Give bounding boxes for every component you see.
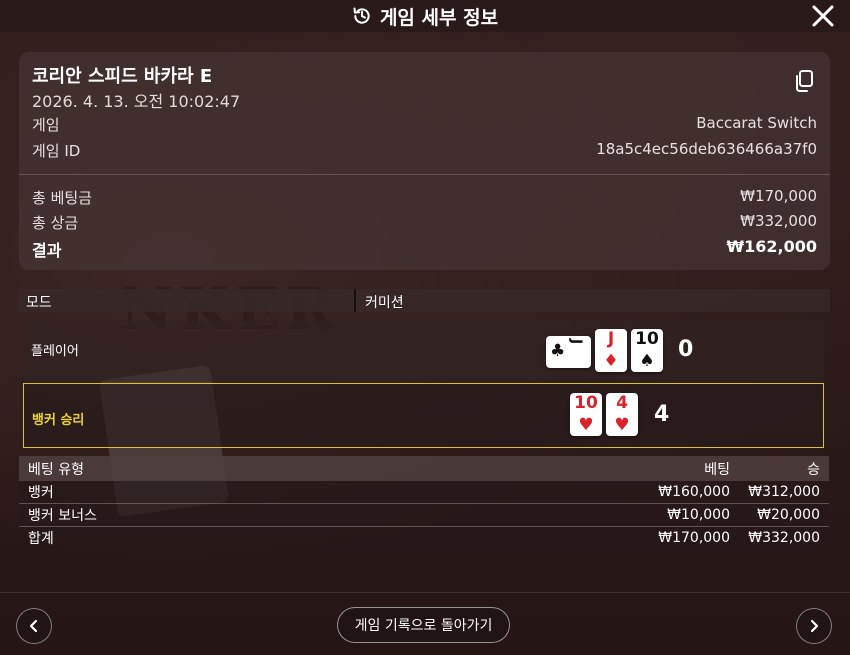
previous-game-button[interactable] [16, 608, 52, 644]
table-row: 뱅커 ₩160,000 ₩312,000 [19, 481, 829, 504]
mode-label: 모드 [17, 289, 356, 312]
total-bet-value: ₩170,000 [740, 187, 817, 205]
result-label: 결과 [32, 241, 62, 260]
bet-type: 뱅커 [28, 485, 54, 501]
chevron-right-icon [810, 619, 819, 633]
result-value: ₩162,000 [726, 237, 817, 256]
bet-type: 뱅커 보너스 [28, 508, 97, 524]
back-to-history-button[interactable]: 게임 기록으로 돌아가기 [337, 607, 510, 643]
card-suit: ♥ [578, 415, 594, 435]
total-bet-amount: ₩170,000 [658, 530, 730, 546]
banker-hand-row: 뱅커 승리 10 ♥ 4 ♥ 4 [23, 383, 824, 448]
chevron-left-icon [29, 619, 38, 633]
modal-header: 게임 세부 정보 [0, 0, 850, 32]
game-id-label: 게임 ID [32, 142, 81, 160]
win-amount: ₩312,000 [748, 484, 820, 500]
modal-title: 게임 세부 정보 [379, 6, 499, 29]
card-rank: 4 [616, 393, 628, 413]
bet-amount: ₩160,000 [658, 484, 730, 500]
game-datetime: 2026. 4. 13. 오전 10:02:47 [32, 92, 241, 111]
bet-amount: ₩10,000 [667, 507, 730, 523]
bet-table: 베팅 유형 베팅 승 뱅커 ₩160,000 ₩312,000 뱅커 보너스 ₩… [19, 456, 829, 549]
total-win-label: 총 상금 [32, 214, 79, 232]
result-row: 결과 ₩162,000 [32, 237, 817, 261]
card-rank: 10 [635, 329, 659, 349]
game-type-value: Baccarat Switch [696, 114, 817, 132]
history-icon [353, 7, 370, 24]
player-card-1: ♣ J [546, 336, 591, 368]
total-bet-row: 총 베팅금 ₩170,000 [32, 187, 817, 208]
banker-card-2: 4 ♥ [606, 393, 638, 436]
footer-divider [0, 592, 850, 593]
card-suit: ♣ [550, 341, 566, 361]
card-rank: J [607, 329, 615, 349]
player-label: 플레이어 [31, 344, 79, 359]
mode-value: 커미션 [356, 289, 830, 312]
table-row: 뱅커 보너스 ₩10,000 ₩20,000 [19, 504, 829, 527]
close-icon[interactable] [810, 3, 836, 29]
room-name: 코리안 스피드 바카라 E [32, 66, 213, 87]
player-card-2: J ♦ [595, 329, 627, 372]
player-hand-row: 플레이어 ♣ J J ♦ 10 ♠ 0 [23, 320, 824, 382]
game-id-value: 18a5c4ec56deb636466a37f0 [596, 140, 817, 158]
total-row: 합계 ₩170,000 ₩332,000 [19, 527, 829, 549]
game-id-row: 게임 ID 18a5c4ec56deb636466a37f0 [32, 140, 817, 161]
game-summary-panel: 코리안 스피드 바카라 E 2026. 4. 13. 오전 10:02:47 게… [19, 52, 830, 270]
player-score: 0 [678, 337, 694, 362]
game-type-row: 게임 Baccarat Switch [32, 114, 817, 135]
banker-score: 4 [654, 402, 670, 427]
card-rank: 10 [574, 393, 598, 413]
win-amount: ₩20,000 [757, 507, 820, 523]
total-bet-label: 총 베팅금 [32, 189, 92, 207]
card-suit: ♠ [639, 351, 655, 371]
copy-icon[interactable] [793, 69, 815, 93]
total-label: 합계 [28, 531, 54, 547]
win-amount-header: 승 [807, 461, 820, 478]
card-rank: J [568, 339, 584, 345]
banker-label: 뱅커 승리 [32, 413, 85, 428]
bet-type-header: 베팅 유형 [28, 461, 84, 478]
total-win-value: ₩332,000 [740, 212, 817, 230]
game-type-label: 게임 [32, 116, 60, 134]
back-to-history-label: 게임 기록으로 돌아가기 [354, 618, 493, 634]
card-suit: ♥ [614, 415, 630, 435]
total-win-row: 총 상금 ₩332,000 [32, 212, 817, 233]
summary-divider [19, 174, 830, 175]
mode-bar: 모드 커미션 [17, 289, 830, 312]
player-card-3: 10 ♠ [631, 329, 663, 372]
card-suit: ♦ [603, 351, 619, 371]
next-game-button[interactable] [796, 608, 832, 644]
bet-table-header: 베팅 유형 베팅 승 [19, 456, 829, 481]
banker-card-1: 10 ♥ [570, 393, 602, 436]
total-win-amount: ₩332,000 [748, 530, 820, 546]
bet-amount-header: 베팅 [704, 461, 730, 478]
